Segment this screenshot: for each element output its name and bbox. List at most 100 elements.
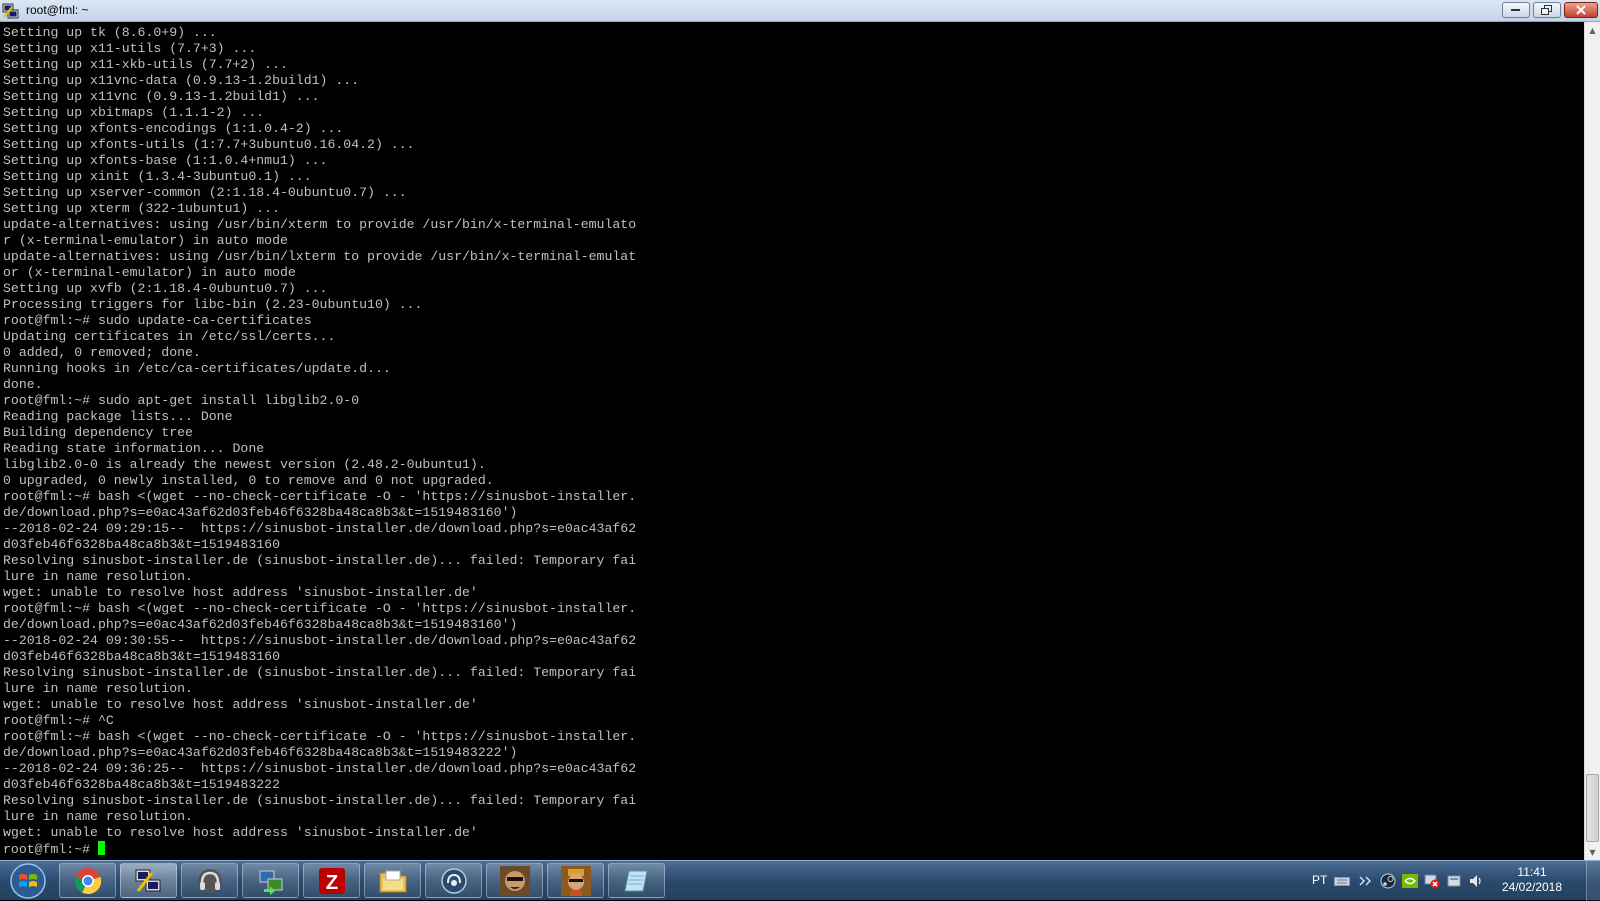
wireless-icon[interactable] <box>1358 873 1374 889</box>
restore-icon <box>1541 5 1552 15</box>
taskbar-headset-app[interactable] <box>181 863 238 898</box>
taskbar-chrome[interactable] <box>59 863 116 898</box>
terminal-line: libglib2.0-0 is already the newest versi… <box>3 457 486 472</box>
terminal-line: wget: unable to resolve host address 'si… <box>3 825 478 840</box>
scrollbar-thumb[interactable] <box>1586 774 1599 842</box>
headset-icon <box>197 868 222 893</box>
terminal-line: Setting up xfonts-base (1:1.0.4+nmu1) ..… <box>3 153 328 168</box>
terminal-line: Resolving sinusbot-installer.de (sinusbo… <box>3 553 637 568</box>
taskbar-file-transfer[interactable] <box>242 863 299 898</box>
start-button[interactable] <box>4 862 52 900</box>
terminal-line: Setting up x11-utils (7.7+3) ... <box>3 41 257 56</box>
scroll-down-arrow-icon[interactable]: ▼ <box>1585 844 1600 860</box>
putty-icon <box>135 869 160 892</box>
terminal-line: Setting up tk (8.6.0+9) ... <box>3 25 217 40</box>
terminal-line: Running hooks in /etc/ca-certificates/up… <box>3 361 391 376</box>
taskbar-filezilla[interactable]: Z <box>303 863 360 898</box>
terminal-line: de/download.php?s=e0ac43af62d03feb46f632… <box>3 617 518 632</box>
terminal-line: Setting up xfonts-encodings (1:1.0.4-2) … <box>3 121 344 136</box>
terminal-output[interactable]: Setting up tk (8.6.0+9) ... Setting up x… <box>0 22 1584 860</box>
taskbar-putty[interactable] <box>120 863 177 898</box>
taskbar-game-1[interactable] <box>486 863 543 898</box>
terminal-line: de/download.php?s=e0ac43af62d03feb46f632… <box>3 745 518 760</box>
terminal-line: Setting up x11vnc-data (0.9.13-1.2build1… <box>3 73 360 88</box>
terminal-line: d03feb46f6328ba48ca8b3&t=1519483160 <box>3 537 280 552</box>
terminal-line: Resolving sinusbot-installer.de (sinusbo… <box>3 793 637 808</box>
taskbar-game-2[interactable] <box>547 863 604 898</box>
terminal-line: update-alternatives: using /usr/bin/xter… <box>3 217 637 232</box>
vertical-scrollbar[interactable]: ▲ ▼ <box>1584 22 1600 860</box>
terminal-line: Setting up x11-xkb-utils (7.7+2) ... <box>3 57 288 72</box>
network-error-icon[interactable] <box>1424 873 1440 889</box>
restore-button[interactable] <box>1533 2 1561 18</box>
file-transfer-icon <box>259 870 282 895</box>
window-title: root@fml: ~ <box>26 3 89 17</box>
show-desktop-button[interactable] <box>1586 861 1600 901</box>
action-center-icon[interactable] <box>1446 873 1462 889</box>
terminal-cursor <box>97 841 105 855</box>
game-character-icon <box>560 865 591 896</box>
terminal-text: Setting up tk (8.6.0+9) ... Setting up x… <box>0 22 1584 858</box>
terminal-line: Setting up xfonts-utils (1:7.7+3ubuntu0.… <box>3 137 415 152</box>
clock[interactable]: 11:41 24/02/2018 <box>1492 865 1572 895</box>
steam-icon[interactable] <box>1380 873 1396 889</box>
teamspeak-icon <box>440 867 467 894</box>
terminal-line: Building dependency tree <box>3 425 193 440</box>
system-tray: PT 11:41 24/02/2018 <box>1300 861 1600 901</box>
terminal-line: --2018-02-24 09:29:15-- https://sinusbot… <box>3 521 637 536</box>
close-icon <box>1576 5 1586 15</box>
terminal-line: Setting up xinit (1.3.4-3ubuntu0.1) ... <box>3 169 312 184</box>
terminal-line: root@fml:~# sudo update-ca-certificates <box>3 313 312 328</box>
terminal-line: Setting up xvfb (2:1.18.4-0ubuntu0.7) ..… <box>3 281 328 296</box>
svg-text:Z: Z <box>325 872 337 894</box>
terminal-line: root@fml:~# bash <(wget --no-check-certi… <box>3 489 637 504</box>
terminal-line: --2018-02-24 09:36:25-- https://sinusbot… <box>3 761 637 776</box>
minimize-icon <box>1511 9 1520 11</box>
taskbar-notepad[interactable] <box>608 863 665 898</box>
terminal-line: Setting up xserver-common (2:1.18.4-0ubu… <box>3 185 407 200</box>
terminal-line: Reading package lists... Done <box>3 409 233 424</box>
terminal-line: done. <box>3 377 43 392</box>
nvidia-icon[interactable] <box>1402 873 1418 889</box>
taskbar-explorer[interactable] <box>364 863 421 898</box>
terminal-line: Updating certificates in /etc/ssl/certs.… <box>3 329 336 344</box>
keyboard-icon[interactable] <box>1334 873 1350 889</box>
taskbar: Z PT 11:41 24/02/2018 <box>0 860 1600 901</box>
terminal-line: Resolving sinusbot-installer.de (sinusbo… <box>3 665 637 680</box>
terminal-line: root@fml:~# bash <(wget --no-check-certi… <box>3 729 637 744</box>
terminal-line: Reading state information... Done <box>3 441 265 456</box>
terminal-line: 0 added, 0 removed; done. <box>3 345 201 360</box>
terminal-line: root@fml:~# bash <(wget --no-check-certi… <box>3 601 637 616</box>
terminal-line: lure in name resolution. <box>3 569 193 584</box>
terminal-line: Setting up xbitmaps (1.1.1-2) ... <box>3 105 265 120</box>
terminal-line: Processing triggers for libc-bin (2.23-0… <box>3 297 423 312</box>
terminal-line: Setting up x11vnc (0.9.13-1.2build1) ... <box>3 89 320 104</box>
terminal-line: update-alternatives: using /usr/bin/lxte… <box>3 249 637 264</box>
chrome-icon <box>74 867 101 894</box>
terminal-line: r (x-terminal-emulator) in auto mode <box>3 233 288 248</box>
terminal-line: d03feb46f6328ba48ca8b3&t=1519483222 <box>3 777 280 792</box>
terminal-line: 0 upgraded, 0 newly installed, 0 to remo… <box>3 473 494 488</box>
terminal-window: root@fml: ~ Setting up tk (8.6.0+9) ... … <box>0 0 1600 860</box>
language-indicator[interactable]: PT <box>1312 873 1327 887</box>
minimize-button[interactable] <box>1502 2 1530 18</box>
terminal-line: wget: unable to resolve host address 'si… <box>3 697 478 712</box>
putty-icon[interactable] <box>2 2 20 20</box>
clock-date: 24/02/2018 <box>1501 880 1563 894</box>
terminal-line: d03feb46f6328ba48ca8b3&t=1519483160 <box>3 649 280 664</box>
terminal-line: lure in name resolution. <box>3 809 193 824</box>
terminal-line: wget: unable to resolve host address 'si… <box>3 585 478 600</box>
title-bar[interactable]: root@fml: ~ <box>0 0 1600 22</box>
terminal-prompt: root@fml:~# <box>3 842 98 857</box>
clock-time: 11:41 <box>1517 865 1547 879</box>
terminal-line: Setting up xterm (322-1ubuntu1) ... <box>3 201 280 216</box>
folder-icon <box>379 870 406 892</box>
notepad-icon <box>623 870 648 891</box>
taskbar-teamspeak[interactable] <box>425 863 482 898</box>
scroll-up-arrow-icon[interactable]: ▲ <box>1585 22 1600 38</box>
close-button[interactable] <box>1564 2 1598 18</box>
game-character-icon <box>499 865 530 896</box>
terminal-line: root@fml:~# sudo apt-get install libglib… <box>3 393 360 408</box>
terminal-line: or (x-terminal-emulator) in auto mode <box>3 265 296 280</box>
volume-icon[interactable] <box>1468 873 1484 889</box>
